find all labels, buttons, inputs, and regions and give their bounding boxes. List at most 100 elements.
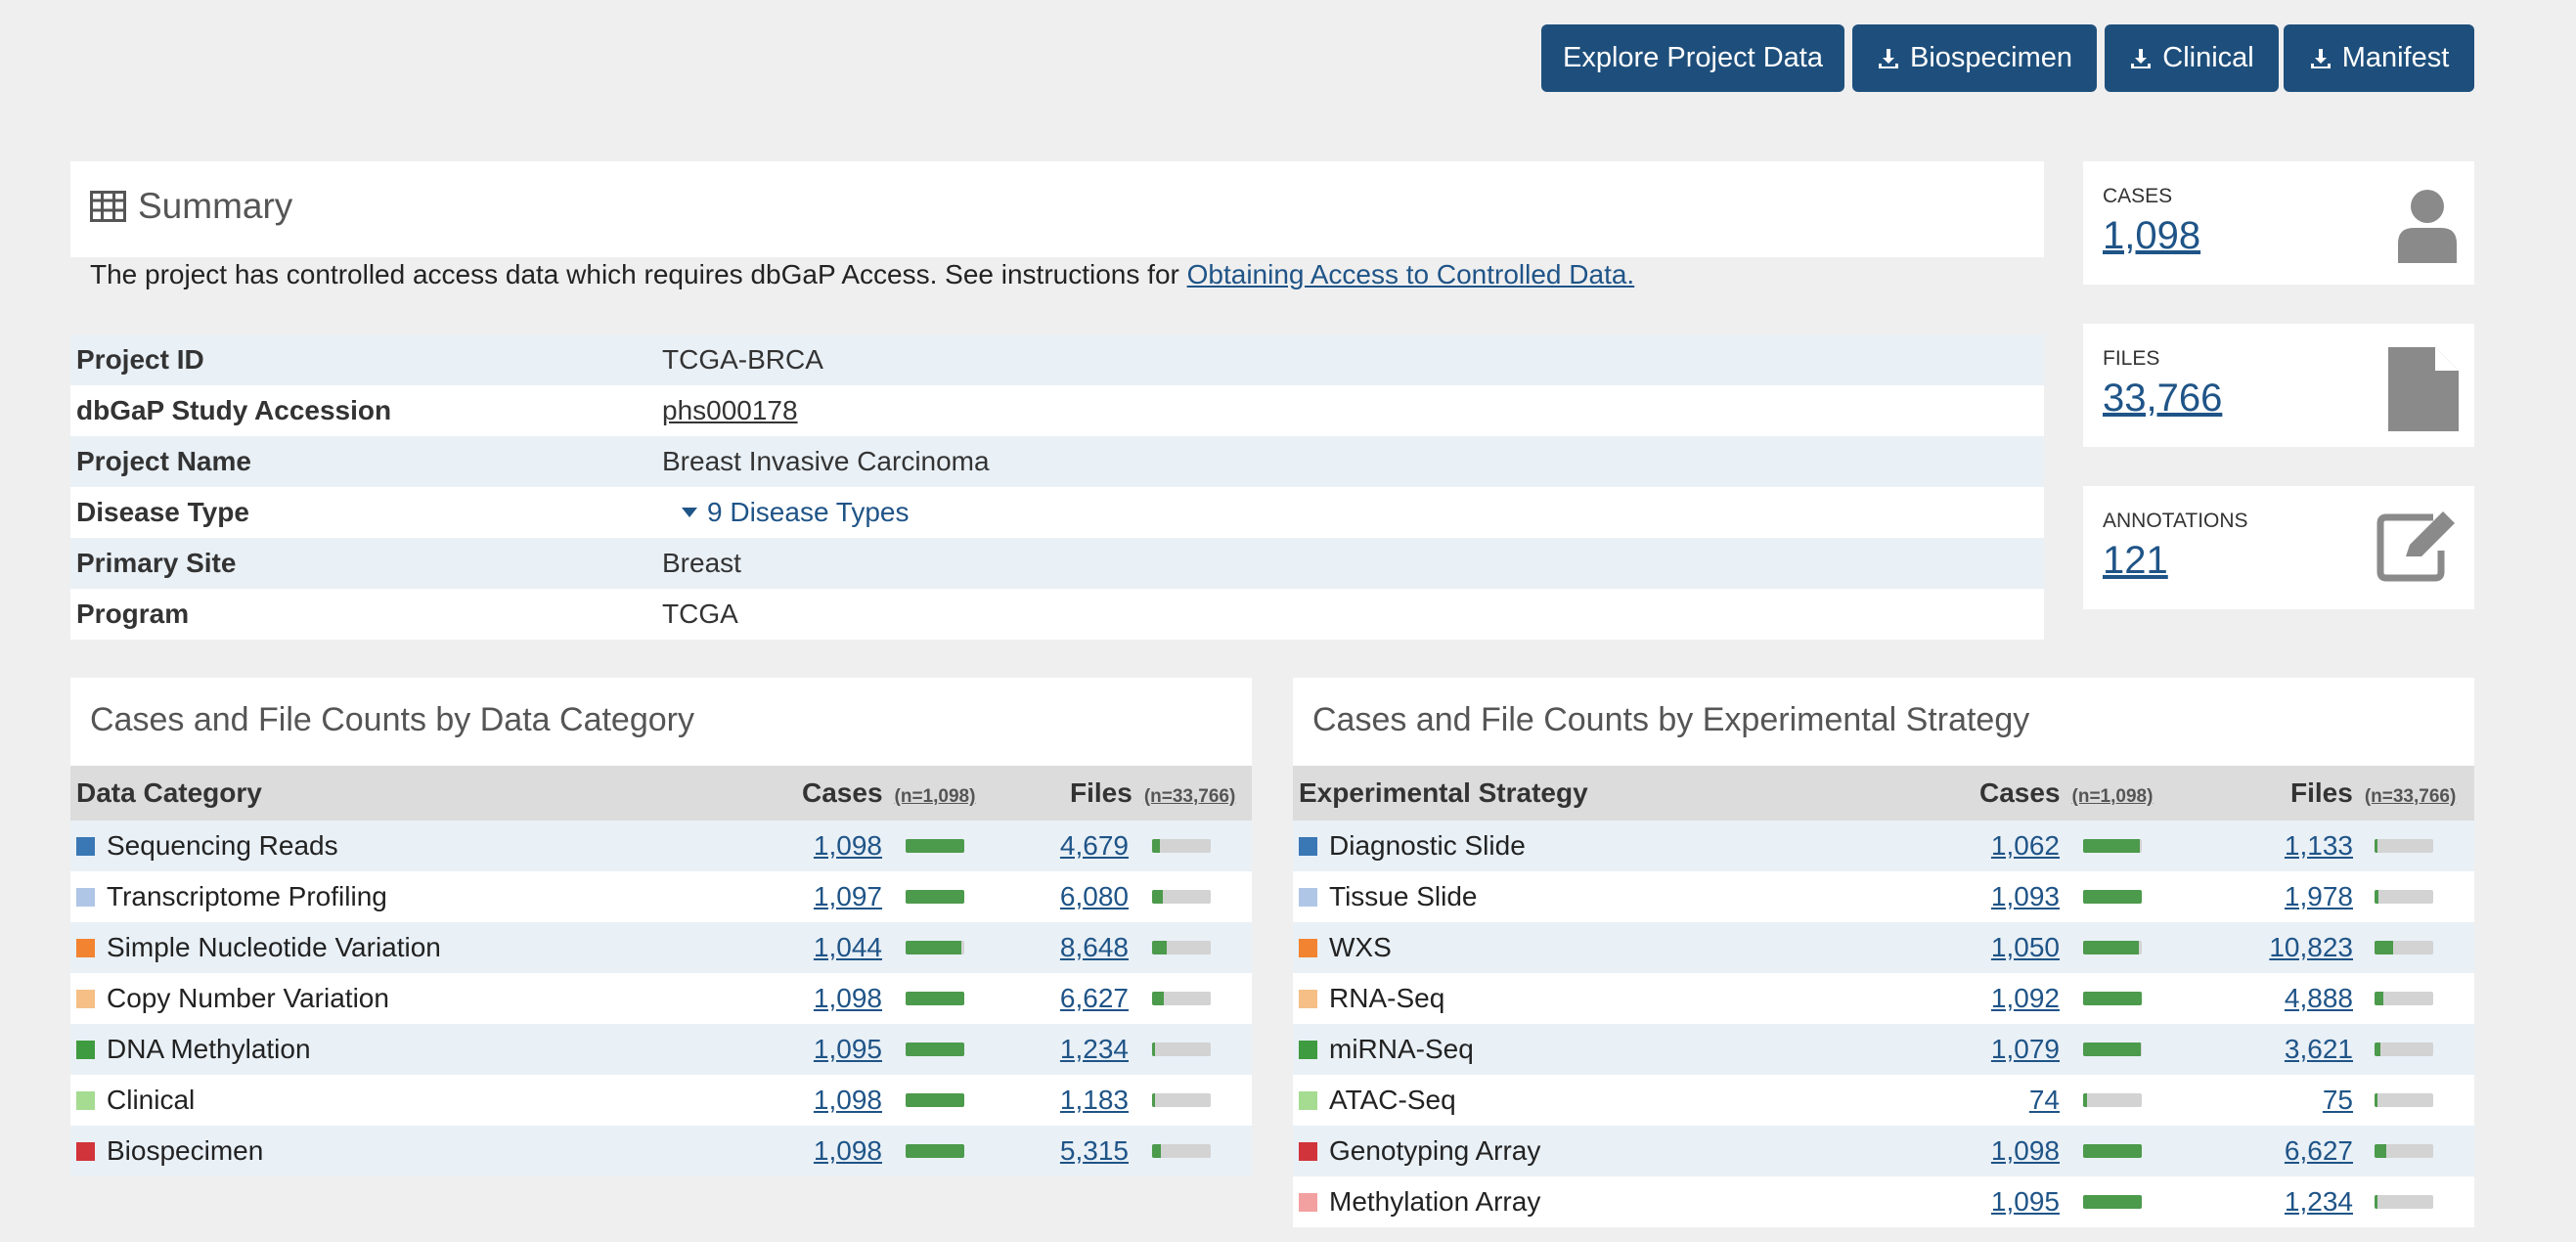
table-row: Copy Number Variation 1,098 6,627 — [70, 973, 1252, 1024]
row-name: Simple Nucleotide Variation — [76, 932, 441, 963]
files-count-link[interactable]: 8,648 — [1060, 932, 1129, 963]
col-cases-label: Cases — [1979, 777, 2061, 808]
cases-bar-fill — [906, 890, 964, 904]
biospecimen-download-button[interactable]: Biospecimen — [1852, 24, 2097, 92]
row-label: Sequencing Reads — [107, 830, 338, 861]
data-category-panel: Cases and File Counts by Data Category D… — [70, 678, 1252, 1176]
cases-bar-fill — [2083, 1042, 2141, 1056]
legend-swatch — [1299, 938, 1317, 957]
files-count-link[interactable]: 6,627 — [2285, 1135, 2353, 1167]
files-count-link[interactable]: 4,679 — [1060, 830, 1129, 862]
cases-count-link[interactable]: 1,098 — [814, 983, 882, 1014]
cases-count-link[interactable]: 1,050 — [1991, 932, 2060, 963]
cases-bar-fill — [906, 1042, 964, 1056]
cases-count-link[interactable]: 1,098 — [814, 1135, 882, 1167]
experimental-strategy-title: Cases and File Counts by Experimental St… — [1312, 701, 2030, 738]
files-bar-fill — [2375, 992, 2383, 1005]
dbgap-accession-link[interactable]: phs000178 — [662, 395, 798, 426]
explore-project-data-button[interactable]: Explore Project Data — [1541, 24, 1844, 92]
cases-count-link[interactable]: 1,095 — [1991, 1186, 2060, 1218]
legend-swatch — [76, 938, 95, 957]
files-count-link[interactable]: 1,183 — [1060, 1085, 1129, 1116]
files-label: FILES — [2103, 347, 2160, 370]
legend-swatch — [76, 1090, 95, 1110]
table-row: WXS 1,050 10,823 — [1293, 922, 2474, 973]
files-count-link[interactable]: 3,621 — [2285, 1034, 2353, 1065]
cases-count-link[interactable]: 1,092 — [1991, 983, 2060, 1014]
cases-bar — [906, 1093, 964, 1107]
files-count-link[interactable]: 1,133 — [2285, 830, 2353, 862]
cases-bar — [906, 1042, 964, 1056]
table-row: ATAC-Seq 74 75 — [1293, 1075, 2474, 1126]
cases-count-link[interactable]: 1,095 — [814, 1034, 882, 1065]
table-row: Sequencing Reads 1,098 4,679 — [70, 821, 1252, 871]
legend-swatch — [1299, 1040, 1317, 1059]
cases-count-link[interactable]: 1,098 — [1991, 1135, 2060, 1167]
legend-swatch — [1299, 1090, 1317, 1110]
clinical-download-button[interactable]: Clinical — [2105, 24, 2279, 92]
col-cases: Cases (n=1,098) — [802, 777, 975, 809]
files-count-link[interactable]: 33,766 — [2103, 377, 2222, 421]
program-value: TCGA — [662, 599, 738, 629]
cases-bar — [2083, 941, 2142, 954]
table-row: Genotyping Array 1,098 6,627 — [1293, 1126, 2474, 1176]
obtaining-access-link[interactable]: Obtaining Access to Controlled Data. — [1187, 259, 1635, 289]
table-row: Methylation Array 1,095 1,234 — [1293, 1176, 2474, 1227]
cases-count-link[interactable]: 74 — [2029, 1085, 2060, 1116]
manifest-download-button[interactable]: Manifest — [2284, 24, 2474, 92]
row-name: DNA Methylation — [76, 1034, 311, 1065]
cases-count-link[interactable]: 1,098 — [2103, 214, 2200, 258]
download-icon — [2310, 48, 2331, 68]
cases-bar — [906, 890, 964, 904]
cases-count-link[interactable]: 1,079 — [1991, 1034, 2060, 1065]
files-bar — [1152, 1042, 1211, 1056]
row-name: Genotyping Array — [1299, 1135, 1540, 1167]
cases-n-link[interactable]: (n=1,098) — [2072, 786, 2154, 808]
files-count-link[interactable]: 75 — [2323, 1085, 2353, 1116]
annotations-count-link[interactable]: 121 — [2103, 539, 2168, 583]
files-count-link[interactable]: 5,315 — [1060, 1135, 1129, 1167]
files-bar-fill — [2375, 941, 2394, 954]
cases-bar-fill — [2083, 941, 2140, 954]
row-label: Simple Nucleotide Variation — [107, 932, 441, 962]
files-count-link[interactable]: 6,627 — [1060, 983, 1129, 1014]
cases-count-link[interactable]: 1,093 — [1991, 881, 2060, 912]
files-bar — [1152, 941, 1211, 954]
cases-bar-fill — [906, 1144, 964, 1158]
row-label: Diagnostic Slide — [1329, 830, 1526, 861]
legend-swatch — [1299, 1192, 1317, 1212]
files-n-link[interactable]: (n=33,766) — [2365, 786, 2456, 808]
primary-site-row: Primary Site Breast — [70, 538, 2044, 589]
legend-swatch — [1299, 989, 1317, 1008]
files-count-link[interactable]: 1,978 — [2285, 881, 2353, 912]
row-name: ATAC-Seq — [1299, 1085, 1456, 1116]
clinical-label: Clinical — [2162, 42, 2254, 73]
legend-swatch — [1299, 836, 1317, 856]
files-n-link[interactable]: (n=33,766) — [1144, 786, 1235, 808]
files-bar-fill — [2375, 1093, 2377, 1107]
experimental-strategy-table: Experimental Strategy Cases (n=1,098) Fi… — [1293, 766, 2474, 1227]
download-icon — [1878, 48, 1898, 68]
files-bar-fill — [2375, 1042, 2381, 1056]
disease-types-toggle[interactable]: 9 Disease Types — [662, 497, 910, 528]
files-count-link[interactable]: 1,234 — [1060, 1034, 1129, 1065]
cases-bar — [2083, 839, 2142, 853]
files-count-link[interactable]: 10,823 — [2269, 932, 2353, 963]
cases-count-link[interactable]: 1,062 — [1991, 830, 2060, 862]
cases-count-link[interactable]: 1,097 — [814, 881, 882, 912]
cases-count-link[interactable]: 1,098 — [814, 830, 882, 862]
files-count-link[interactable]: 4,888 — [2285, 983, 2353, 1014]
caret-down-icon — [682, 508, 697, 517]
cases-count-link[interactable]: 1,044 — [814, 932, 882, 963]
files-count-link[interactable]: 6,080 — [1060, 881, 1129, 912]
cases-count-link[interactable]: 1,098 — [814, 1085, 882, 1116]
files-bar-fill — [2375, 1144, 2386, 1158]
table-row: Biospecimen 1,098 5,315 — [70, 1126, 1252, 1176]
files-count-link[interactable]: 1,234 — [2285, 1186, 2353, 1218]
files-bar-fill — [1152, 1093, 1155, 1107]
disease-types-label: 9 Disease Types — [707, 497, 910, 527]
project-name-key: Project Name — [76, 446, 251, 476]
cases-bar-fill — [2083, 839, 2141, 853]
manifest-label: Manifest — [2341, 42, 2450, 73]
cases-n-link[interactable]: (n=1,098) — [895, 786, 976, 808]
